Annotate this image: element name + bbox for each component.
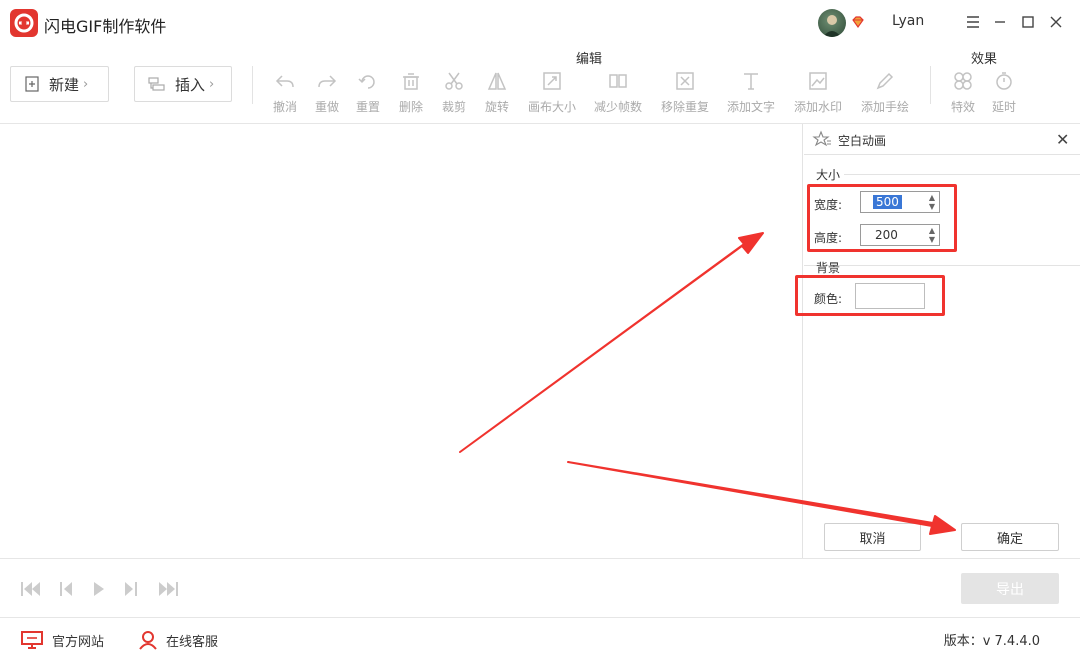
play-icon[interactable]: [92, 580, 106, 598]
title-bar: 闪电GIF制作软件 Lyan: [0, 0, 1080, 46]
panel-close-icon[interactable]: ✕: [1056, 130, 1069, 149]
export-button[interactable]: 导出: [961, 573, 1059, 604]
chevron-right-icon: ›: [83, 76, 89, 92]
monitor-icon: [21, 631, 43, 649]
tool-pen[interactable]: 添加手绘: [850, 70, 920, 115]
confirm-button[interactable]: 确定: [961, 523, 1059, 551]
new-button-label: 新建: [49, 75, 80, 94]
insert-button[interactable]: 插入 ›: [134, 66, 232, 102]
official-website-label: 官方网站: [52, 634, 105, 650]
tool-label: 旋转: [484, 100, 509, 114]
star-icon: [812, 130, 831, 147]
rotate-icon: [487, 72, 507, 90]
effects-group-title: 效果: [971, 52, 998, 67]
online-support-label: 在线客服: [166, 634, 219, 650]
reduce-frames-icon: [609, 74, 627, 88]
edit-group-title: 编辑: [576, 52, 603, 67]
playback-bar: 导出: [0, 558, 1080, 618]
last-frame-icon[interactable]: [157, 580, 179, 598]
menu-icon[interactable]: [963, 12, 983, 32]
tool-label: 移除重复: [660, 100, 709, 114]
insert-icon: [148, 77, 165, 91]
avatar[interactable]: [818, 9, 846, 37]
divider: [804, 265, 1080, 266]
maximize-icon[interactable]: [1018, 12, 1038, 32]
tool-timer[interactable]: 延时: [969, 70, 1039, 115]
tool-watermark[interactable]: 添加水印: [783, 70, 853, 115]
pen-icon: [876, 72, 894, 90]
cancel-button[interactable]: 取消: [824, 523, 921, 551]
canvas-area[interactable]: [0, 124, 803, 558]
canvas-size-icon: [543, 72, 561, 90]
toolbar: 新建 › 插入 › 编辑 效果 撤消 重做 重置 删除 裁剪 旋转 画布大小 减少帧数 移除重复…: [0, 46, 1080, 124]
tool-label: 添加文字: [726, 100, 775, 114]
tool-label: 延时: [991, 100, 1016, 114]
previous-frame-icon[interactable]: [58, 580, 74, 598]
username[interactable]: Lyan: [892, 13, 924, 29]
tool-label: 添加手绘: [860, 100, 909, 114]
support-person-icon: [139, 631, 157, 650]
panel-title: 空白动画: [838, 134, 887, 148]
chevron-right-icon: ›: [209, 76, 215, 92]
tool-reduce-frames[interactable]: 减少帧数: [583, 70, 653, 115]
color-highlight-box: [795, 275, 945, 316]
tool-remove-duplicates[interactable]: 移除重复: [650, 70, 720, 115]
size-section-label: 大小: [816, 168, 841, 182]
version-text: 版本：v 7.4.4.0: [943, 634, 1040, 649]
tool-label: 画布大小: [527, 100, 576, 114]
official-website-link[interactable]: 官方网站: [20, 630, 104, 650]
close-icon[interactable]: [1046, 12, 1066, 32]
size-highlight-box: [807, 184, 957, 252]
new-button[interactable]: 新建 ›: [10, 66, 109, 102]
next-frame-icon[interactable]: [123, 580, 139, 598]
new-file-icon: [25, 76, 39, 92]
background-section-label: 背景: [816, 261, 841, 275]
first-frame-icon[interactable]: [20, 580, 42, 598]
panel-header: 空白动画 ✕: [804, 124, 1080, 155]
app-logo-icon: [10, 9, 38, 37]
vip-gem-icon[interactable]: [851, 15, 865, 33]
app-title: 闪电GIF制作软件: [44, 17, 167, 36]
online-support-link[interactable]: 在线客服: [138, 630, 218, 650]
text-icon: [744, 73, 758, 90]
minimize-icon[interactable]: [990, 12, 1010, 32]
insert-button-label: 插入: [175, 75, 206, 94]
tool-label: 减少帧数: [593, 100, 642, 114]
tool-canvas-size[interactable]: 画布大小: [517, 70, 587, 115]
divider: [844, 174, 1080, 175]
watermark-icon: [809, 72, 827, 90]
tool-label: 添加水印: [793, 100, 842, 114]
remove-duplicates-icon: [676, 72, 694, 90]
status-bar: 官方网站 在线客服 版本：v 7.4.4.0: [0, 619, 1080, 658]
timer-icon: [996, 72, 1012, 90]
tool-text[interactable]: 添加文字: [716, 70, 786, 115]
blank-animation-panel: 空白动画 ✕ 大小 宽度: 500 ▲ ▼ 高度: 200 ▲ ▼ 背景 颜色: 取…: [795, 124, 1080, 558]
